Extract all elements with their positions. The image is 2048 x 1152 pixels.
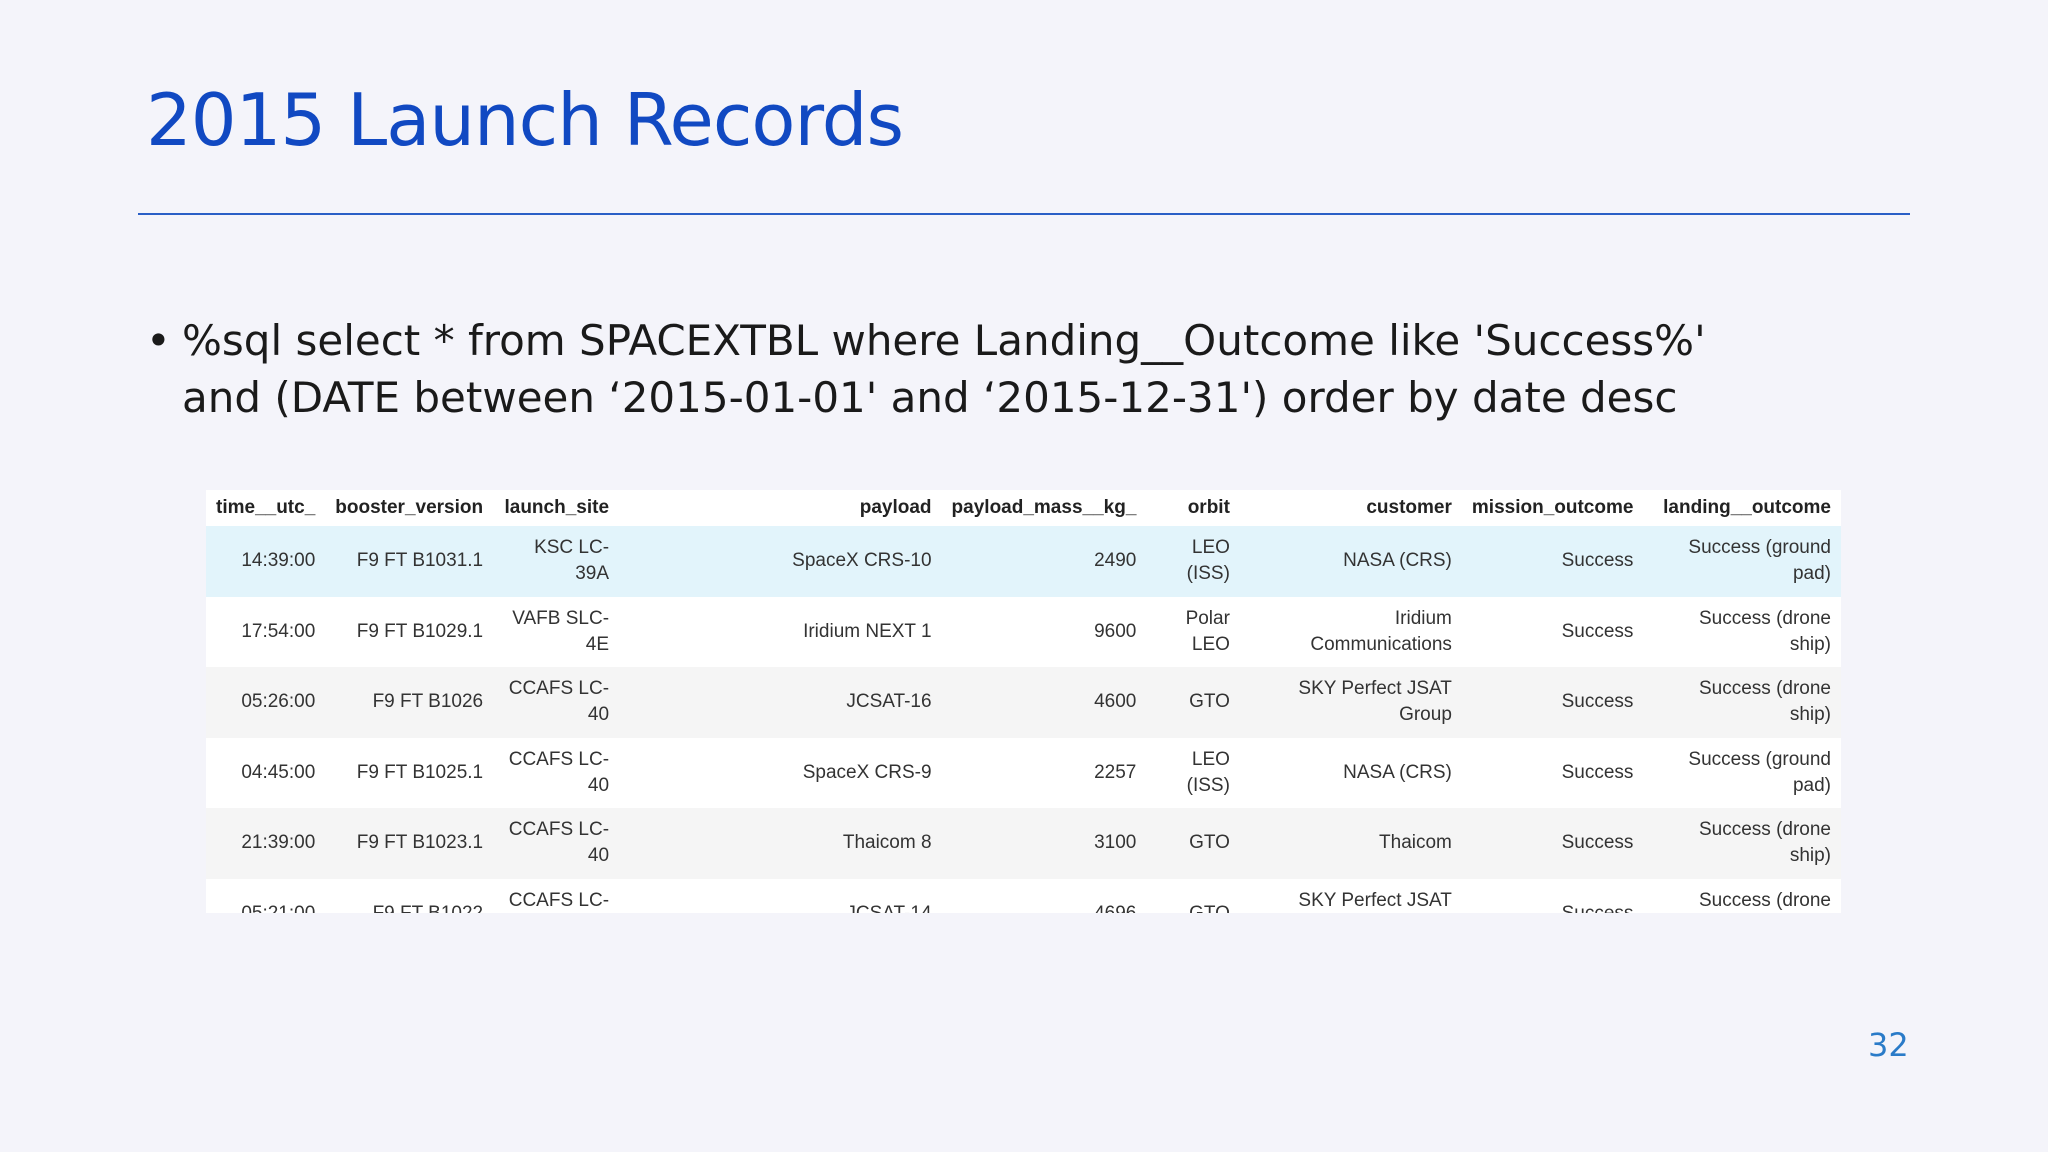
column-header-time-utc: time__utc_ [206, 490, 326, 526]
results-table-viewport[interactable]: time__utc_ booster_version launch_site p… [206, 490, 1841, 913]
cell-mission-outcome: Success [1461, 878, 1644, 913]
column-header-mission-outcome: mission_outcome [1461, 490, 1644, 526]
column-header-payload-mass: payload_mass__kg_ [941, 490, 1147, 526]
cell-orbit: Polar LEO [1146, 596, 1240, 667]
table-row[interactable]: 21:39:00 F9 FT B1023.1 CCAFS LC-40 Thaic… [206, 808, 1841, 879]
cell-landing-outcome: Success (drone ship) [1643, 596, 1841, 667]
cell-payload: Thaicom 8 [619, 808, 942, 879]
cell-landing-outcome: Success (ground pad) [1643, 737, 1841, 808]
table-header-row: time__utc_ booster_version launch_site p… [206, 490, 1841, 526]
bullet-marker: • [146, 316, 171, 365]
cell-mission-outcome: Success [1461, 808, 1644, 879]
cell-payload-mass: 2490 [941, 526, 1147, 597]
cell-launch-site: CCAFS LC-40 [493, 667, 620, 738]
cell-launch-site: CCAFS LC-40 [493, 808, 620, 879]
cell-mission-outcome: Success [1461, 526, 1644, 597]
cell-landing-outcome: Success (drone ship) [1643, 667, 1841, 738]
cell-booster-version: F9 FT B1022 [325, 878, 494, 913]
cell-customer: Thaicom [1239, 808, 1462, 879]
cell-payload: JCSAT-16 [619, 667, 942, 738]
title-divider [138, 213, 1910, 215]
cell-mission-outcome: Success [1461, 737, 1644, 808]
cell-time-utc: 21:39:00 [206, 808, 326, 879]
cell-booster-version: F9 FT B1025.1 [325, 737, 494, 808]
cell-launch-site: VAFB SLC-4E [493, 596, 620, 667]
cell-booster-version: F9 FT B1031.1 [325, 526, 494, 597]
column-header-payload: payload [619, 490, 942, 526]
cell-orbit: GTO [1146, 808, 1240, 879]
cell-customer: NASA (CRS) [1239, 526, 1462, 597]
cell-payload-mass: 3100 [941, 808, 1147, 879]
column-header-orbit: orbit [1146, 490, 1240, 526]
cell-time-utc: 05:21:00 [206, 878, 326, 913]
table-row[interactable]: 04:45:00 F9 FT B1025.1 CCAFS LC-40 Space… [206, 737, 1841, 808]
cell-time-utc: 17:54:00 [206, 596, 326, 667]
cell-orbit: GTO [1146, 878, 1240, 913]
table-row[interactable]: 17:54:00 F9 FT B1029.1 VAFB SLC-4E Iridi… [206, 596, 1841, 667]
cell-booster-version: F9 FT B1029.1 [325, 596, 494, 667]
cell-payload-mass: 2257 [941, 737, 1147, 808]
cell-orbit: LEO (ISS) [1146, 526, 1240, 597]
cell-payload-mass: 9600 [941, 596, 1147, 667]
cell-customer: NASA (CRS) [1239, 737, 1462, 808]
cell-payload-mass: 4696 [941, 878, 1147, 913]
bullet-item: • %sql select * from SPACEXTBL where Lan… [146, 312, 1766, 426]
column-header-booster-version: booster_version [325, 490, 494, 526]
cell-launch-site: CCAFS LC-40 [493, 878, 620, 913]
column-header-landing-outcome: landing__outcome [1643, 490, 1841, 526]
column-header-launch-site: launch_site [493, 490, 620, 526]
cell-landing-outcome: Success (drone ship) [1643, 808, 1841, 879]
cell-landing-outcome: Success (drone ship) [1643, 878, 1841, 913]
cell-mission-outcome: Success [1461, 596, 1644, 667]
table-row[interactable]: 05:26:00 F9 FT B1026 CCAFS LC-40 JCSAT-1… [206, 667, 1841, 738]
cell-payload-mass: 4600 [941, 667, 1147, 738]
table-row[interactable]: 14:39:00 F9 FT B1031.1 KSC LC-39A SpaceX… [206, 526, 1841, 597]
column-header-customer: customer [1239, 490, 1462, 526]
page-number: 32 [1868, 1026, 1909, 1064]
cell-payload: Iridium NEXT 1 [619, 596, 942, 667]
cell-time-utc: 14:39:00 [206, 526, 326, 597]
cell-orbit: GTO [1146, 667, 1240, 738]
cell-landing-outcome: Success (ground pad) [1643, 526, 1841, 597]
slide-title: 2015 Launch Records [146, 78, 904, 162]
cell-time-utc: 04:45:00 [206, 737, 326, 808]
table-row[interactable]: 05:21:00 F9 FT B1022 CCAFS LC-40 JCSAT-1… [206, 878, 1841, 913]
cell-booster-version: F9 FT B1026 [325, 667, 494, 738]
results-table: time__utc_ booster_version launch_site p… [206, 490, 1841, 913]
cell-customer: SKY Perfect JSAT Group [1239, 667, 1462, 738]
cell-payload: SpaceX CRS-10 [619, 526, 942, 597]
sql-query-text: %sql select * from SPACEXTBL where Landi… [182, 316, 1706, 422]
cell-launch-site: KSC LC-39A [493, 526, 620, 597]
cell-payload: JCSAT-14 [619, 878, 942, 913]
cell-customer: SKY Perfect JSAT Group [1239, 878, 1462, 913]
cell-mission-outcome: Success [1461, 667, 1644, 738]
cell-orbit: LEO (ISS) [1146, 737, 1240, 808]
cell-time-utc: 05:26:00 [206, 667, 326, 738]
cell-booster-version: F9 FT B1023.1 [325, 808, 494, 879]
cell-customer: Iridium Communications [1239, 596, 1462, 667]
cell-payload: SpaceX CRS-9 [619, 737, 942, 808]
cell-launch-site: CCAFS LC-40 [493, 737, 620, 808]
